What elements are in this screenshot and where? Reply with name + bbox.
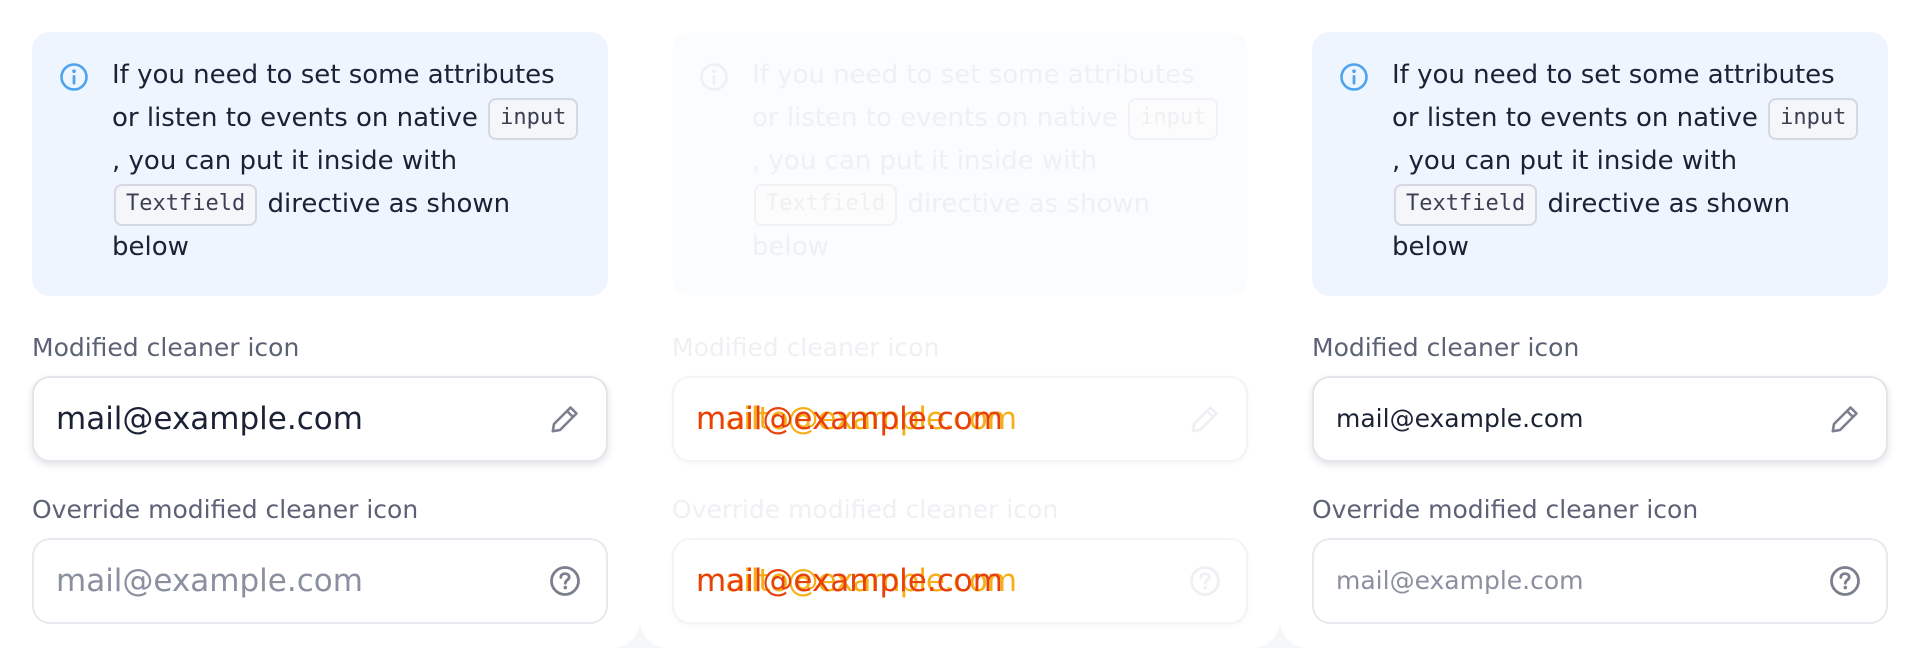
field-group-override-cleaner: Override modified cleaner icon mail@exam…	[32, 494, 608, 624]
pencil-icon[interactable]	[1828, 402, 1862, 436]
overlapping-main-text: mail@example.com	[696, 563, 1003, 599]
question-circle-icon[interactable]	[548, 564, 582, 598]
email-field[interactable]: mail@example.com	[32, 538, 608, 624]
field-label: Override modified cleaner icon	[32, 495, 419, 524]
overlapping-main-text: mail@example.com	[696, 401, 1003, 437]
info-note: If you need to set some attributes or li…	[1312, 32, 1888, 296]
code-textfield: Textfield	[1394, 183, 1538, 226]
email-field-value[interactable]: mail@example.com	[1336, 378, 1584, 460]
info-note: If you need to set some attributes or li…	[32, 32, 608, 296]
code-textfield: Textfield	[114, 183, 258, 226]
field-label: Override modified cleaner icon	[1312, 495, 1699, 524]
email-field-value[interactable]: mailto@example.com mail@example.com	[696, 378, 1017, 460]
pencil-icon[interactable]	[1188, 402, 1222, 436]
demo-column-3: If you need to set some attributes or li…	[1280, 0, 1920, 648]
info-circle-icon	[699, 62, 729, 92]
pencil-icon[interactable]	[548, 402, 582, 436]
info-circle-icon	[1339, 62, 1369, 92]
info-note-text: If you need to set some attributes or li…	[1392, 54, 1862, 269]
email-field-value[interactable]: mailto@example.com mail@example.com	[696, 540, 1017, 622]
code-input: input	[488, 97, 579, 140]
field-group-modified-cleaner: Modified cleaner icon mail@example.com	[1312, 332, 1888, 462]
field-group-modified-cleaner: Modified cleaner icon mail@example.com	[32, 332, 608, 462]
field-group-modified-cleaner: Modified cleaner icon mailto@example.com…	[672, 332, 1248, 462]
demo-column-2: If you need to set some attributes or li…	[640, 0, 1280, 648]
note-text-part-2: , you can put it inside with	[112, 146, 458, 176]
field-label: Modified cleaner icon	[672, 333, 940, 362]
demo-columns: If you need to set some attributes or li…	[0, 0, 1920, 648]
email-field[interactable]: mail@example.com	[1312, 538, 1888, 624]
info-note: If you need to set some attributes or li…	[672, 32, 1248, 296]
note-text-part-2: , you can put it inside with	[752, 146, 1098, 176]
column-content: If you need to set some attributes or li…	[672, 32, 1248, 624]
demo-column-1: If you need to set some attributes or li…	[0, 0, 640, 648]
field-group-override-cleaner: Override modified cleaner icon mail@exam…	[1312, 494, 1888, 624]
field-label: Modified cleaner icon	[32, 333, 300, 362]
email-field-value[interactable]: mail@example.com	[56, 378, 363, 460]
info-note-text: If you need to set some attributes or li…	[752, 54, 1222, 269]
email-field[interactable]: mail@example.com	[1312, 376, 1888, 462]
email-field[interactable]: mail@example.com	[32, 376, 608, 462]
email-field-placeholder[interactable]: mail@example.com	[56, 540, 363, 622]
code-input: input	[1768, 97, 1859, 140]
column-content: If you need to set some attributes or li…	[1312, 32, 1888, 624]
info-circle-icon	[59, 62, 89, 92]
question-circle-icon[interactable]	[1188, 564, 1222, 598]
code-textfield: Textfield	[754, 183, 898, 226]
email-field[interactable]: mailto@example.com mail@example.com	[672, 538, 1248, 624]
email-field-placeholder[interactable]: mail@example.com	[1336, 540, 1584, 622]
question-circle-icon[interactable]	[1828, 564, 1862, 598]
info-note-text: If you need to set some attributes or li…	[112, 54, 582, 269]
field-group-override-cleaner: Override modified cleaner icon mailto@ex…	[672, 494, 1248, 624]
field-label: Modified cleaner icon	[1312, 333, 1580, 362]
column-content: If you need to set some attributes or li…	[32, 32, 608, 624]
note-text-part-2: , you can put it inside with	[1392, 146, 1738, 176]
code-input: input	[1128, 97, 1219, 140]
email-field[interactable]: mailto@example.com mail@example.com	[672, 376, 1248, 462]
field-label: Override modified cleaner icon	[672, 495, 1059, 524]
